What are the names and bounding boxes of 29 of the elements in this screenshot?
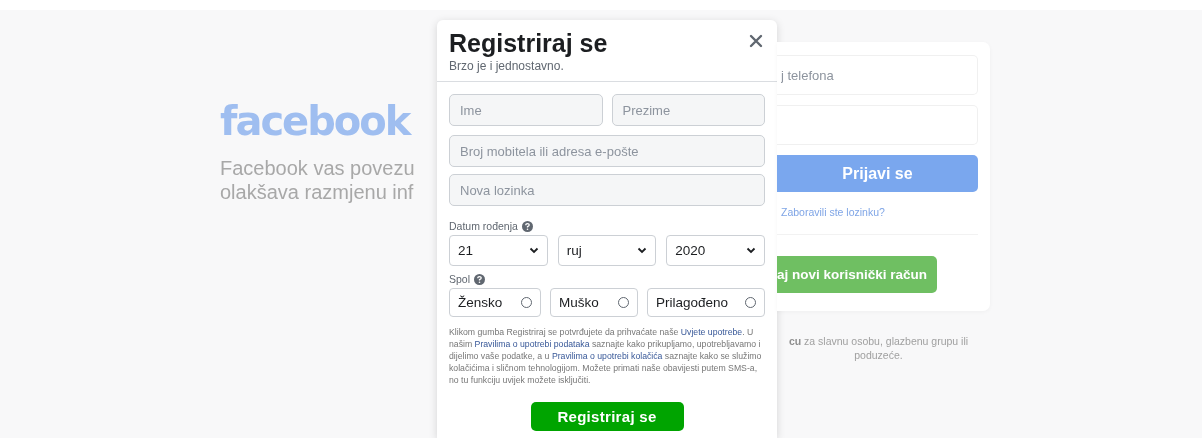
facebook-logo: facebook bbox=[220, 97, 412, 146]
year-select[interactable]: 2020 bbox=[666, 235, 765, 266]
chevron-down-icon bbox=[746, 247, 756, 254]
phone-field[interactable]: j telefona bbox=[777, 55, 978, 95]
day-select[interactable]: 21 bbox=[449, 235, 548, 266]
chevron-down-icon bbox=[528, 247, 539, 254]
close-icon bbox=[749, 34, 763, 48]
gender-label: Spol bbox=[449, 273, 470, 285]
gender-option[interactable]: Prilagođeno bbox=[647, 288, 765, 317]
tagline-text: Facebook vas povezu bbox=[220, 156, 416, 180]
policy-link[interactable]: Pravilima o upotrebi kolačića bbox=[551, 351, 663, 361]
dialog-title: Registriraj se bbox=[449, 28, 608, 58]
month-select[interactable]: ruj bbox=[557, 235, 657, 266]
gender-option[interactable]: Žensko bbox=[449, 288, 541, 317]
close-button[interactable] bbox=[747, 32, 765, 50]
text-field[interactable]: Prezime bbox=[611, 94, 765, 126]
gender-option[interactable]: Muško bbox=[550, 288, 638, 317]
create-page-text: cu za slavnu osobu, glazbenu grupu ili poduzeće. bbox=[787, 334, 970, 362]
text-field[interactable]: Ime bbox=[449, 94, 603, 126]
text-field[interactable]: Broj mobitela ili adresa e-pošte bbox=[449, 135, 765, 167]
text-field[interactable]: Nova lozinka bbox=[449, 174, 765, 206]
legal-text: Klikom gumba Registriraj se potvrđujete da prihvaćate naše Uvjete upotrebe. U našim Pravilima o upotrebi podataka saznajte kako prikupljamo, upotrebljavamo i dijelimo vaše podatke, a u Pravilima o upotrebi kolačića saznajte kako se služimo kolačićima i sličnom tehnologijom. Možete primati naše obavijesti putem SMS-a, no tu funkciju uvijek možete isključiti. bbox=[449, 326, 763, 386]
birthday-label: Datum rođenja bbox=[449, 220, 518, 232]
policy-link[interactable]: Pravilima o upotrebi podataka bbox=[474, 339, 590, 349]
chevron-down-icon bbox=[637, 247, 648, 254]
dialog-subtitle: Brzo je i jednostavno. bbox=[449, 58, 565, 74]
help-icon bbox=[521, 220, 533, 232]
tagline-text: olakšava razmjenu inf bbox=[220, 180, 415, 204]
help-icon bbox=[474, 273, 485, 285]
